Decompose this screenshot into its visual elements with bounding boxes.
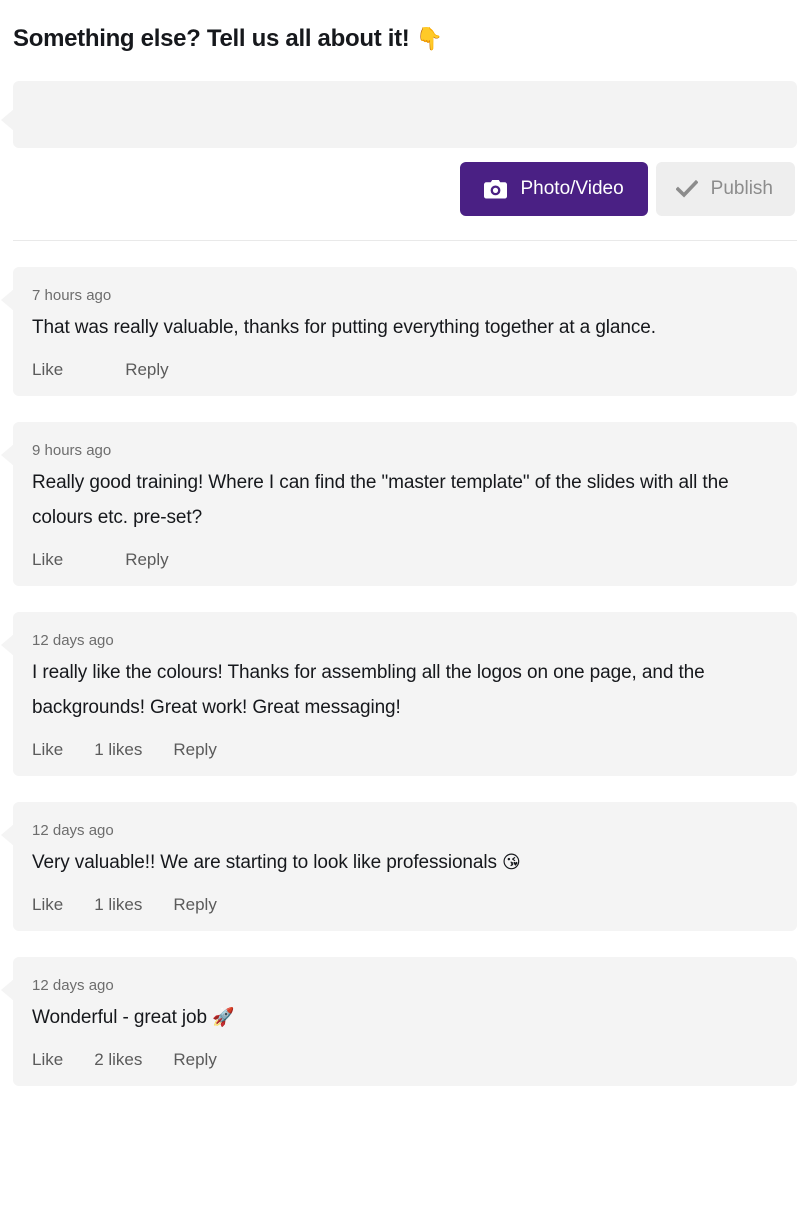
comment-text: I really like the colours! Thanks for as… [32,655,777,725]
comment-timestamp: 12 days ago [32,977,114,994]
comment-emoji: 🚀 [212,1007,235,1028]
check-icon [675,180,698,198]
like-count: 1 likes [94,895,143,914]
comment-text: Really good training! Where I can find t… [32,465,777,535]
like-count: 2 likes [94,1050,143,1069]
reply-button[interactable]: Reply [125,358,168,382]
comment-item: 7 hours ago That was really valuable, th… [1,267,797,396]
photo-video-button[interactable]: Photo/Video [460,162,648,216]
like-button[interactable]: Like [32,1048,63,1072]
comment-actions: Like 1 likes Reply [32,893,777,917]
comment-item: 12 days ago Wonderful - great job 🚀 Like… [1,957,797,1086]
comment-actions: Like Reply [32,548,777,572]
pointing-down-icon: 👇 [415,27,443,52]
comment-timestamp: 12 days ago [32,632,114,649]
comment-item: 9 hours ago Really good training! Where … [1,422,797,586]
comment-emoji: 😘 [502,852,521,873]
like-button[interactable]: Like [32,738,63,762]
comment-timestamp: 9 hours ago [32,442,112,459]
comment-actions: Like Reply [32,358,777,382]
comment-timestamp: 12 days ago [32,822,114,839]
like-count: 1 likes [94,740,143,759]
comment-text: That was really valuable, thanks for put… [32,310,777,345]
reply-button[interactable]: Reply [173,893,216,917]
publish-button[interactable]: Publish [655,162,795,216]
comment-item: 12 days ago Very valuable!! We are start… [1,802,797,931]
comment-text-value: Wonderful - great job [32,1007,213,1028]
comment-timestamp: 7 hours ago [32,287,112,304]
photo-video-label: Photo/Video [520,178,624,199]
comment-text-value: Very valuable!! We are starting to look … [32,852,503,873]
reply-button[interactable]: Reply [173,1048,216,1072]
comment-item: 12 days ago I really like the colours! T… [1,612,797,776]
comment-actions: Like 1 likes Reply [32,738,777,762]
page-title: Something else? Tell us all about it! 👇 [0,0,812,57]
like-button[interactable]: Like [32,548,63,572]
feedback-page: Something else? Tell us all about it! 👇 P… [0,0,812,1228]
comment-text-value: Really good training! Where I can find t… [32,472,729,528]
comment-text-value: I really like the colours! Thanks for as… [32,662,705,718]
comments-list: 7 hours ago That was really valuable, th… [0,267,812,1086]
comment-actions: Like 2 likes Reply [32,1048,777,1072]
like-button[interactable]: Like [32,358,63,382]
composer-actions: Photo/Video Publish [13,162,797,216]
comment-text: Wonderful - great job 🚀 [32,1000,777,1035]
page-title-text: Something else? Tell us all about it! [13,25,410,52]
section-divider [13,240,797,241]
comment-text: Very valuable!! We are starting to look … [32,845,777,880]
comment-text-value: That was really valuable, thanks for put… [32,317,656,338]
like-button[interactable]: Like [32,893,63,917]
reply-button[interactable]: Reply [125,548,168,572]
reply-button[interactable]: Reply [173,738,216,762]
composer-bubble [1,81,797,148]
composer: Photo/Video Publish [0,81,812,216]
comment-input[interactable] [13,81,797,143]
camera-icon [484,179,508,199]
publish-label: Publish [710,178,773,199]
